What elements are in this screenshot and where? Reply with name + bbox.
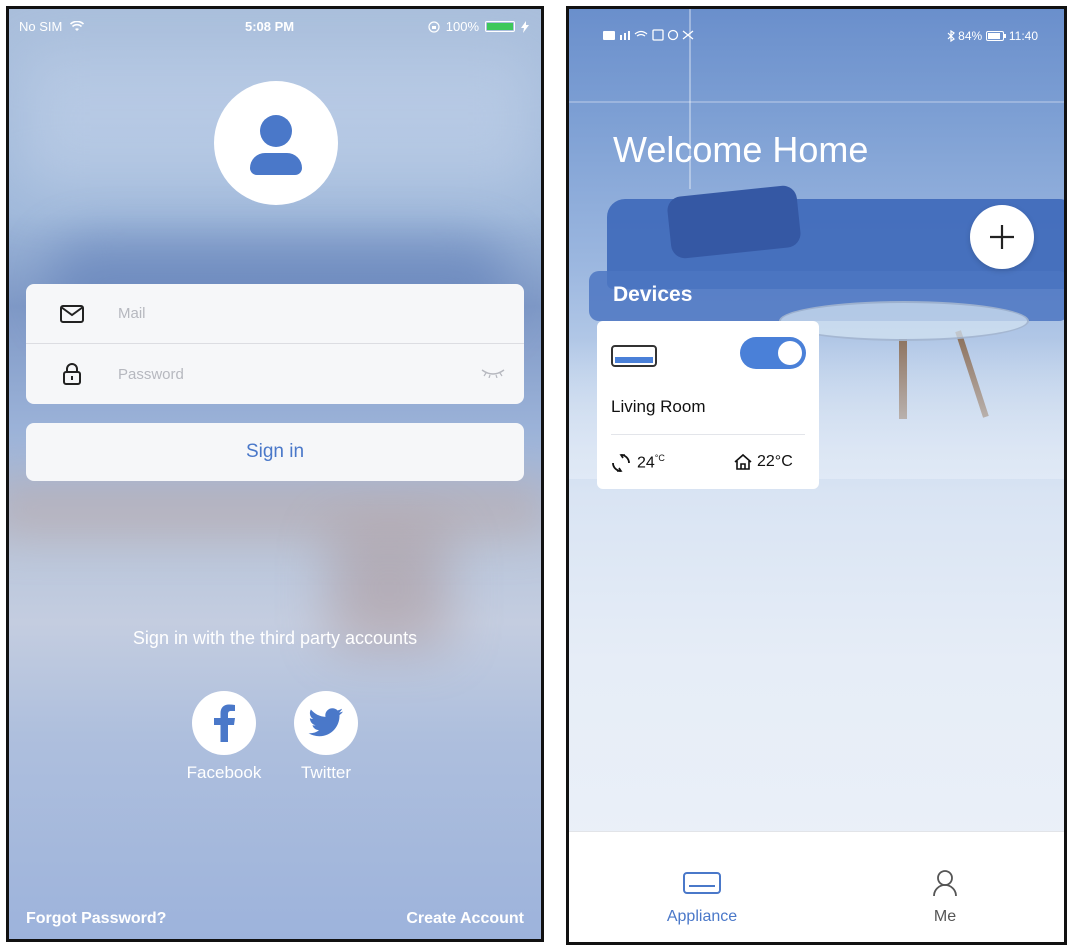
login-screen: No SIM 5:08 PM 100% Mail Sign in Sign in…: [6, 6, 544, 942]
nav-label: Appliance: [666, 908, 738, 925]
bottom-nav: Appliance Me: [569, 831, 1064, 942]
facebook-icon: [214, 704, 235, 742]
battery-icon: [485, 21, 515, 32]
wifi-icon: [69, 20, 85, 31]
status-icons: [603, 29, 694, 41]
power-toggle[interactable]: [740, 337, 806, 369]
third-party-label: Sign in with the third party accounts: [132, 628, 418, 648]
plus-icon: [990, 225, 1014, 249]
background-blur: [9, 479, 541, 539]
status-bar: No SIM 5:08 PM 100%: [9, 9, 541, 41]
status-time: 5:08 PM: [245, 19, 295, 34]
notification-icons: [603, 29, 713, 44]
forgot-password-link[interactable]: Forgot Password?: [26, 910, 166, 928]
set-temperature: 24°C: [611, 453, 665, 473]
battery-icon: [985, 31, 1006, 41]
login-form: [26, 284, 524, 404]
air-conditioner-icon: [683, 868, 721, 898]
facebook-label: Facebook: [186, 763, 262, 782]
charging-icon: [521, 20, 529, 33]
background-detail: [569, 101, 1064, 103]
twitter-icon: [308, 708, 343, 737]
lock-icon: [52, 362, 92, 386]
bluetooth-icon: [947, 29, 955, 43]
hide-password-icon[interactable]: [480, 365, 506, 383]
carrier-status: No SIM: [19, 19, 85, 34]
divider: [611, 434, 805, 435]
orientation-lock-icon: [428, 20, 440, 33]
battery-status: 84% 11:40: [947, 29, 1038, 43]
facebook-button[interactable]: [192, 691, 256, 755]
nav-appliance[interactable]: Appliance: [632, 832, 772, 942]
home-screen: 84% 11:40 Welcome Home Devices Living Ro…: [566, 6, 1067, 945]
sign-in-button[interactable]: Sign in: [26, 423, 524, 481]
battery-fill: [487, 23, 513, 30]
device-name: Living Room: [611, 397, 706, 416]
password-row: [26, 344, 524, 404]
add-device-button[interactable]: [970, 205, 1034, 269]
person-icon: [932, 868, 958, 898]
home-icon: [734, 453, 752, 470]
toggle-knob: [778, 341, 802, 365]
mail-row: [26, 284, 524, 344]
nav-me[interactable]: Me: [875, 832, 1015, 942]
nav-label: Me: [933, 908, 957, 925]
devices-heading: Devices: [613, 283, 693, 306]
mail-icon: [52, 304, 92, 324]
twitter-label: Twitter: [300, 763, 352, 782]
device-card[interactable]: Living Room 24°C 22°C: [597, 321, 819, 489]
room-temperature: 22°C: [733, 453, 793, 471]
page-title: Welcome Home: [613, 129, 869, 170]
avatar[interactable]: [214, 81, 338, 205]
twitter-button[interactable]: [294, 691, 358, 755]
battery-status: 100%: [428, 19, 529, 34]
create-account-link[interactable]: Create Account: [406, 910, 524, 928]
password-input[interactable]: [118, 365, 480, 383]
status-bar: 84% 11:40: [569, 9, 1064, 49]
air-conditioner-icon: [611, 345, 657, 372]
mail-input[interactable]: [118, 305, 524, 322]
mode-cycle-icon: [612, 454, 630, 472]
